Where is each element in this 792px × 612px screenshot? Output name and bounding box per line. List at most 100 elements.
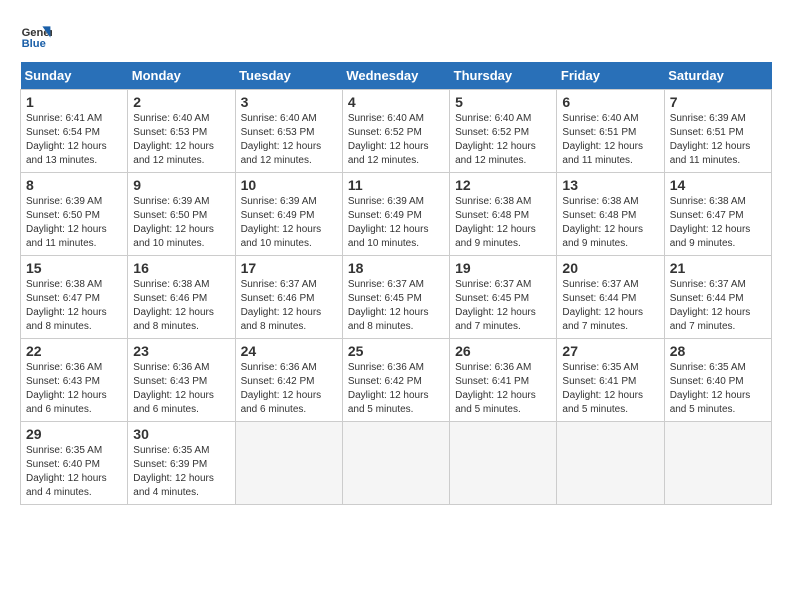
day-info: Sunrise: 6:39 AMSunset: 6:49 PMDaylight:…: [241, 195, 337, 251]
day-info: Sunrise: 6:36 AMSunset: 6:43 PMDaylight:…: [133, 361, 229, 417]
calendar-week-5: 29 Sunrise: 6:35 AMSunset: 6:40 PMDayligh…: [21, 422, 772, 505]
day-number: 9: [133, 177, 229, 193]
calendar-cell: 4 Sunrise: 6:40 AMSunset: 6:52 PMDaylight…: [342, 90, 449, 173]
day-info: Sunrise: 6:38 AMSunset: 6:47 PMDaylight:…: [26, 278, 122, 334]
day-info: Sunrise: 6:40 AMSunset: 6:52 PMDaylight:…: [455, 112, 551, 168]
calendar-cell: 9 Sunrise: 6:39 AMSunset: 6:50 PMDaylight…: [128, 173, 235, 256]
calendar-cell: 26 Sunrise: 6:36 AMSunset: 6:41 PMDayligh…: [450, 339, 557, 422]
day-number: 14: [670, 177, 766, 193]
day-number: 3: [241, 94, 337, 110]
day-number: 21: [670, 260, 766, 276]
day-info: Sunrise: 6:38 AMSunset: 6:46 PMDaylight:…: [133, 278, 229, 334]
day-number: 6: [562, 94, 658, 110]
day-info: Sunrise: 6:37 AMSunset: 6:45 PMDaylight:…: [455, 278, 551, 334]
day-info: Sunrise: 6:38 AMSunset: 6:48 PMDaylight:…: [562, 195, 658, 251]
day-number: 11: [348, 177, 444, 193]
day-number: 27: [562, 343, 658, 359]
day-info: Sunrise: 6:35 AMSunset: 6:41 PMDaylight:…: [562, 361, 658, 417]
day-info: Sunrise: 6:39 AMSunset: 6:49 PMDaylight:…: [348, 195, 444, 251]
day-info: Sunrise: 6:40 AMSunset: 6:53 PMDaylight:…: [133, 112, 229, 168]
weekday-header-tuesday: Tuesday: [235, 62, 342, 90]
day-number: 12: [455, 177, 551, 193]
day-number: 4: [348, 94, 444, 110]
day-number: 23: [133, 343, 229, 359]
weekday-header-sunday: Sunday: [21, 62, 128, 90]
day-number: 28: [670, 343, 766, 359]
calendar-cell: 17 Sunrise: 6:37 AMSunset: 6:46 PMDayligh…: [235, 256, 342, 339]
calendar-cell: 22 Sunrise: 6:36 AMSunset: 6:43 PMDayligh…: [21, 339, 128, 422]
weekday-header-wednesday: Wednesday: [342, 62, 449, 90]
day-number: 13: [562, 177, 658, 193]
day-number: 18: [348, 260, 444, 276]
day-number: 29: [26, 426, 122, 442]
calendar-cell: 28 Sunrise: 6:35 AMSunset: 6:40 PMDayligh…: [664, 339, 771, 422]
calendar-cell: 14Sunrise: 6:38 AMSunset: 6:47 PMDayligh…: [664, 173, 771, 256]
calendar-cell: 6 Sunrise: 6:40 AMSunset: 6:51 PMDaylight…: [557, 90, 664, 173]
calendar-week-4: 22 Sunrise: 6:36 AMSunset: 6:43 PMDayligh…: [21, 339, 772, 422]
calendar-cell: 11 Sunrise: 6:39 AMSunset: 6:49 PMDayligh…: [342, 173, 449, 256]
calendar-cell: 5 Sunrise: 6:40 AMSunset: 6:52 PMDaylight…: [450, 90, 557, 173]
calendar-cell: 1Sunrise: 6:41 AMSunset: 6:54 PMDaylight…: [21, 90, 128, 173]
day-info: Sunrise: 6:36 AMSunset: 6:42 PMDaylight:…: [241, 361, 337, 417]
day-info: Sunrise: 6:39 AMSunset: 6:50 PMDaylight:…: [26, 195, 122, 251]
weekday-header-thursday: Thursday: [450, 62, 557, 90]
calendar-cell: 27 Sunrise: 6:35 AMSunset: 6:41 PMDayligh…: [557, 339, 664, 422]
weekday-header-row: SundayMondayTuesdayWednesdayThursdayFrid…: [21, 62, 772, 90]
day-info: Sunrise: 6:37 AMSunset: 6:44 PMDaylight:…: [670, 278, 766, 334]
calendar-cell: 30 Sunrise: 6:35 AMSunset: 6:39 PMDayligh…: [128, 422, 235, 505]
day-info: Sunrise: 6:36 AMSunset: 6:42 PMDaylight:…: [348, 361, 444, 417]
day-number: 17: [241, 260, 337, 276]
calendar-cell: 23 Sunrise: 6:36 AMSunset: 6:43 PMDayligh…: [128, 339, 235, 422]
calendar-cell: 8 Sunrise: 6:39 AMSunset: 6:50 PMDaylight…: [21, 173, 128, 256]
calendar-cell: 12 Sunrise: 6:38 AMSunset: 6:48 PMDayligh…: [450, 173, 557, 256]
day-info: Sunrise: 6:35 AMSunset: 6:40 PMDaylight:…: [26, 444, 122, 500]
day-info: Sunrise: 6:41 AMSunset: 6:54 PMDaylight:…: [26, 112, 122, 168]
calendar-week-3: 15 Sunrise: 6:38 AMSunset: 6:47 PMDayligh…: [21, 256, 772, 339]
calendar-cell: 29 Sunrise: 6:35 AMSunset: 6:40 PMDayligh…: [21, 422, 128, 505]
day-info: Sunrise: 6:40 AMSunset: 6:53 PMDaylight:…: [241, 112, 337, 168]
day-info: Sunrise: 6:37 AMSunset: 6:45 PMDaylight:…: [348, 278, 444, 334]
calendar-week-2: 8 Sunrise: 6:39 AMSunset: 6:50 PMDaylight…: [21, 173, 772, 256]
weekday-header-saturday: Saturday: [664, 62, 771, 90]
svg-text:Blue: Blue: [22, 38, 46, 50]
calendar-cell: 21 Sunrise: 6:37 AMSunset: 6:44 PMDayligh…: [664, 256, 771, 339]
day-number: 15: [26, 260, 122, 276]
calendar-cell: 19 Sunrise: 6:37 AMSunset: 6:45 PMDayligh…: [450, 256, 557, 339]
day-info: Sunrise: 6:35 AMSunset: 6:40 PMDaylight:…: [670, 361, 766, 417]
day-info: Sunrise: 6:35 AMSunset: 6:39 PMDaylight:…: [133, 444, 229, 500]
day-info: Sunrise: 6:40 AMSunset: 6:52 PMDaylight:…: [348, 112, 444, 168]
day-number: 24: [241, 343, 337, 359]
day-number: 22: [26, 343, 122, 359]
day-info: Sunrise: 6:36 AMSunset: 6:41 PMDaylight:…: [455, 361, 551, 417]
day-number: 5: [455, 94, 551, 110]
calendar-cell: [235, 422, 342, 505]
day-info: Sunrise: 6:37 AMSunset: 6:46 PMDaylight:…: [241, 278, 337, 334]
day-info: Sunrise: 6:39 AMSunset: 6:50 PMDaylight:…: [133, 195, 229, 251]
calendar-cell: 7Sunrise: 6:39 AMSunset: 6:51 PMDaylight…: [664, 90, 771, 173]
day-number: 8: [26, 177, 122, 193]
day-number: 10: [241, 177, 337, 193]
calendar-cell: 24 Sunrise: 6:36 AMSunset: 6:42 PMDayligh…: [235, 339, 342, 422]
day-info: Sunrise: 6:38 AMSunset: 6:48 PMDaylight:…: [455, 195, 551, 251]
weekday-header-friday: Friday: [557, 62, 664, 90]
calendar-cell: [342, 422, 449, 505]
logo: General Blue: [20, 20, 58, 52]
calendar-cell: 25Sunrise: 6:36 AMSunset: 6:42 PMDayligh…: [342, 339, 449, 422]
logo-icon: General Blue: [20, 20, 52, 52]
day-number: 30: [133, 426, 229, 442]
day-info: Sunrise: 6:40 AMSunset: 6:51 PMDaylight:…: [562, 112, 658, 168]
day-number: 26: [455, 343, 551, 359]
page-header: General Blue: [20, 20, 772, 52]
calendar-cell: 2 Sunrise: 6:40 AMSunset: 6:53 PMDaylight…: [128, 90, 235, 173]
day-number: 7: [670, 94, 766, 110]
day-info: Sunrise: 6:37 AMSunset: 6:44 PMDaylight:…: [562, 278, 658, 334]
day-info: Sunrise: 6:36 AMSunset: 6:43 PMDaylight:…: [26, 361, 122, 417]
day-number: 19: [455, 260, 551, 276]
calendar-cell: 10 Sunrise: 6:39 AMSunset: 6:49 PMDayligh…: [235, 173, 342, 256]
calendar-cell: 13 Sunrise: 6:38 AMSunset: 6:48 PMDayligh…: [557, 173, 664, 256]
day-number: 20: [562, 260, 658, 276]
calendar-cell: [450, 422, 557, 505]
calendar-cell: [557, 422, 664, 505]
calendar-cell: 15 Sunrise: 6:38 AMSunset: 6:47 PMDayligh…: [21, 256, 128, 339]
day-number: 2: [133, 94, 229, 110]
